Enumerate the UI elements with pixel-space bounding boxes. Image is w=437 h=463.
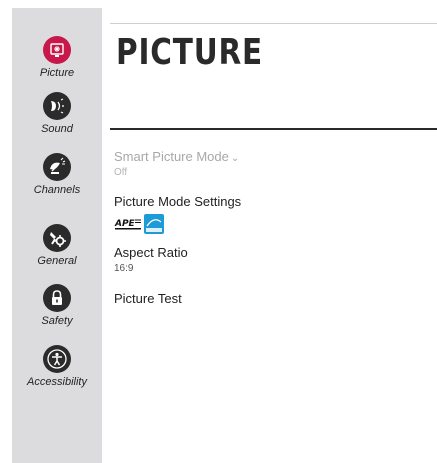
menu-item-picture-mode-settings[interactable]: Picture Mode Settings APE <box>114 193 241 236</box>
badge-group: APE <box>114 214 241 236</box>
sidebar-item-picture[interactable]: Picture <box>12 36 102 79</box>
sidebar-item-accessibility[interactable]: Accessibility <box>12 345 102 388</box>
sidebar-item-label: Sound <box>41 123 73 135</box>
sidebar-item-label: General <box>37 255 77 267</box>
sidebar-item-label: Picture <box>39 67 75 79</box>
sidebar: Picture Sound Channels General Safety Ac… <box>12 8 102 463</box>
page-title: PICTURE <box>116 32 264 73</box>
menu-item-label: Picture Test <box>114 291 182 306</box>
menu-item-picture-test[interactable]: Picture Test <box>114 290 182 308</box>
sidebar-item-label: Safety <box>41 315 73 327</box>
sidebar-item-safety[interactable]: Safety <box>12 284 102 327</box>
accessibility-icon <box>43 345 71 373</box>
lock-icon <box>43 284 71 312</box>
sidebar-item-channels[interactable]: Channels <box>12 153 102 196</box>
svg-text:APE: APE <box>114 219 136 229</box>
menu-item-smart-picture-mode[interactable]: Smart Picture Mode ⌄ Off <box>114 148 239 178</box>
general-icon <box>43 224 71 252</box>
menu-item-value: 16:9 <box>114 263 134 274</box>
sidebar-item-sound[interactable]: Sound <box>12 92 102 135</box>
main-panel: PICTURE Smart Picture Mode ⌄ Off Picture … <box>102 8 437 463</box>
menu-item-aspect-ratio[interactable]: Aspect Ratio 16:9 <box>114 244 188 274</box>
menu-item-label: Picture Mode Settings <box>114 194 242 209</box>
sidebar-item-label: Accessibility <box>27 376 87 388</box>
menu-item-label: Aspect Ratio <box>114 245 188 260</box>
top-divider <box>110 23 437 24</box>
menu-item-label: Smart Picture Mode <box>114 149 229 164</box>
menu-item-value: Off <box>114 167 128 178</box>
picture-icon <box>43 36 71 64</box>
channels-icon <box>43 153 71 181</box>
sidebar-item-label: Channels <box>33 184 81 196</box>
sidebar-item-general[interactable]: General <box>12 224 102 267</box>
title-divider <box>110 128 437 130</box>
chevron-down-icon: ⌄ <box>230 153 240 164</box>
ape-badge: APE <box>114 216 142 232</box>
energy-star-badge <box>144 214 164 234</box>
sound-icon <box>43 92 71 120</box>
